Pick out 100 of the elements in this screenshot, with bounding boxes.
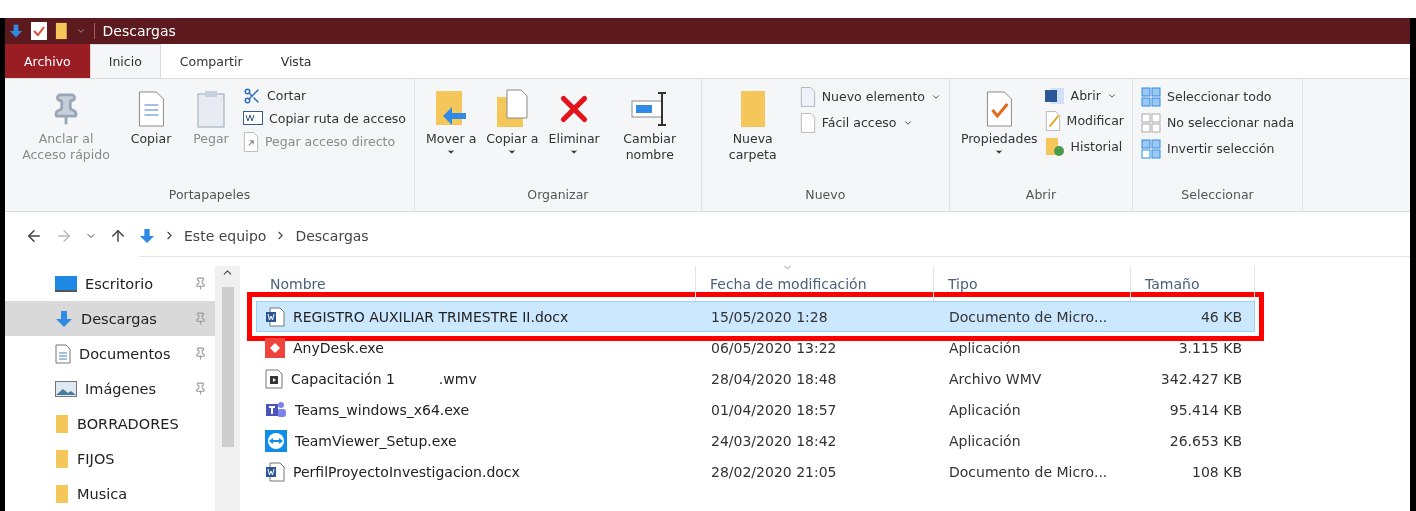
group-label: Seleccionar [1180, 187, 1255, 204]
document-icon [799, 112, 816, 133]
ribbon-button[interactable]: Modificar [1044, 110, 1124, 131]
app-icon [265, 337, 285, 358]
group-label: Organizar [526, 187, 590, 204]
ribbon-tab[interactable]: Inicio [89, 43, 161, 78]
ribbon-button[interactable]: Historial [1044, 136, 1124, 157]
ribbon-button[interactable]: Seleccionar todo [1141, 86, 1295, 107]
file-name: Capacitación 1 [291, 370, 395, 387]
file-row[interactable]: Capacitación 1 .wmv 28/04/2020 18:48 Archivo WMV 342.427 KB [256, 363, 1255, 394]
teamviewer-icon [265, 429, 287, 452]
properties-icon[interactable] [31, 21, 47, 40]
folder-icon [55, 483, 69, 504]
file-name: REGISTRO AUXILIAR TRIMESTRE II.docx [293, 308, 569, 325]
breadcrumb[interactable]: Descargas [295, 227, 369, 244]
copy-icon [136, 90, 166, 127]
ribbon-button[interactable]: No seleccionar nada [1141, 112, 1295, 133]
file-name: Teams_windows_x64.exe [295, 401, 470, 418]
new-item-icon [799, 86, 816, 107]
file-row[interactable]: Teams_windows_x64.exe 01/04/2020 18:57 Aplicación 95.414 KB [256, 394, 1255, 425]
table-cell-text: 01/04/2020 18:57 [710, 401, 838, 418]
table-cell-text: 15/05/2020 1:28 [710, 308, 829, 325]
download-icon [55, 309, 73, 328]
word-document-icon [265, 461, 285, 482]
table-cell-text: Documento de Micro... [948, 463, 1109, 480]
sidebar-item[interactable]: Documentos [5, 336, 215, 371]
ribbon-button[interactable]: Invertir selección [1141, 138, 1295, 159]
video-file-icon [265, 368, 283, 389]
ribbon-button[interactable]: Nueva carpeta [709, 82, 796, 187]
sidebar-item[interactable]: BORRADORES [5, 406, 215, 441]
group-label: Abrir [1024, 187, 1058, 204]
ribbon-button[interactable]: Propiedades [957, 82, 1041, 187]
file-name: AnyDesk.exe [293, 339, 384, 356]
ribbon-button[interactable]: Mover a [423, 82, 480, 187]
ribbon-button[interactable]: Copiar a [483, 82, 542, 187]
folder-icon [55, 21, 68, 40]
sidebar-item[interactable]: Descargas [5, 301, 215, 336]
sidebar-item[interactable]: FIJOS [5, 441, 215, 476]
documents-icon [55, 343, 71, 364]
file-name: .wmv [438, 370, 477, 387]
shortcut-icon [243, 131, 259, 152]
breadcrumb[interactable]: Este equipo [184, 227, 267, 244]
ribbon-button[interactable]: Nuevo elemento [799, 86, 941, 107]
ribbon-button[interactable]: Eliminar [545, 82, 603, 187]
table-cell-text: 24/03/2020 18:42 [710, 432, 838, 449]
scroll-thumb[interactable] [221, 287, 234, 447]
ribbon-tab[interactable]: Archivo [5, 43, 90, 78]
group-label: Nuevo [804, 187, 847, 204]
ribbon-button[interactable]: Fácil acceso [799, 112, 941, 133]
file-name: PerfilProyectoInvestigacion.docx [293, 463, 520, 480]
ribbon-button[interactable]: Cortar [243, 86, 406, 105]
scrollbar[interactable] [215, 266, 240, 511]
file-name: TeamViewer_Setup.exe [295, 432, 457, 449]
folder-icon [55, 448, 69, 469]
folder-icon [738, 88, 767, 129]
sidebar-item[interactable]: Musica [5, 476, 215, 511]
ribbon-button[interactable]: Copiar [123, 82, 179, 187]
file-row[interactable]: AnyDesk.exe 06/05/2020 13:22 Aplicación 3.115 KB [256, 332, 1255, 363]
address-bar[interactable]: Este equipo Descargas [139, 215, 1410, 257]
ribbon-button[interactable]: Cambiar nombre [606, 82, 693, 187]
sidebar-item[interactable]: Escritorio [5, 266, 215, 301]
table-cell-text: 28/04/2020 18:48 [710, 370, 838, 387]
table-cell-text: Archivo WMV [948, 370, 1043, 387]
table-cell-text: Aplicación [948, 432, 1022, 449]
up-icon[interactable] [109, 227, 127, 245]
folder-icon [55, 413, 69, 434]
invert-selection-icon [1141, 138, 1161, 159]
table-cell-text: 342.427 KB [1159, 370, 1243, 387]
word-document-icon [265, 306, 285, 327]
folder-documents-icon [495, 88, 530, 129]
edit-icon [1044, 110, 1061, 131]
table-cell-text: 26.653 KB [1168, 432, 1243, 449]
ribbon-button[interactable]: Copiar ruta de acceso [243, 110, 406, 126]
images-icon [55, 380, 77, 397]
clipboard-icon [196, 89, 226, 128]
history-icon [1044, 136, 1065, 157]
back-icon[interactable] [25, 227, 43, 245]
table-cell-text: 108 KB [1191, 463, 1243, 480]
scissors-icon [243, 86, 261, 105]
table-cell-text: 06/05/2020 13:22 [710, 339, 838, 356]
path-icon [243, 111, 263, 125]
file-row[interactable]: TeamViewer_Setup.exe 24/03/2020 18:42 Aplicación 26.653 KB [256, 425, 1255, 456]
table-cell-text: Documento de Micro... [948, 308, 1109, 325]
table-cell-text: 3.115 KB [1177, 339, 1243, 356]
desktop-icon [55, 275, 77, 292]
table-cell-text: Aplicación [948, 339, 1022, 356]
group-label: Portapapeles [167, 187, 252, 204]
select-all-icon [1141, 86, 1161, 107]
file-row[interactable]: PerfilProyectoInvestigacion.docx 28/02/2020 21:05 Documento de Micro... 108 KB [256, 456, 1255, 487]
table-cell-text: 95.414 KB [1168, 401, 1243, 418]
properties-icon [984, 90, 1014, 127]
table-cell-text: 28/02/2020 21:05 [710, 463, 838, 480]
select-none-icon [1141, 112, 1161, 133]
table-cell-text: Aplicación [948, 401, 1022, 418]
sidebar-item[interactable]: Imágenes [5, 371, 215, 406]
window-title: Descargas [93, 22, 176, 39]
teams-icon [265, 399, 287, 420]
download-icon [139, 226, 155, 245]
ribbon-button[interactable]: Abrir [1044, 86, 1124, 105]
table-cell-text: 46 KB [1199, 308, 1243, 325]
